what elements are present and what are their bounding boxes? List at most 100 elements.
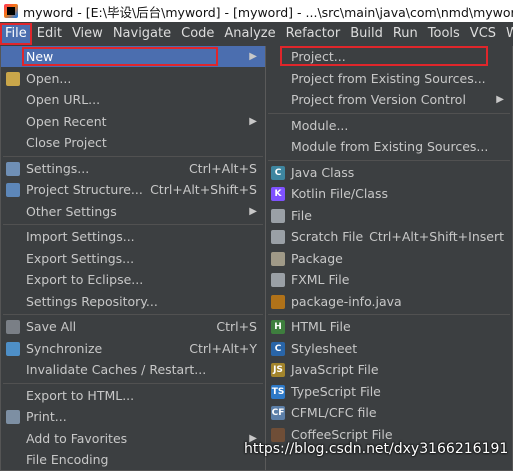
file-menu-item-synchronize[interactable]: Synchronize Ctrl+Alt+Y	[1, 338, 265, 359]
file-menu-item-settings[interactable]: Settings... Ctrl+Alt+S	[1, 158, 265, 179]
submenu-arrow-icon: ▶	[249, 51, 257, 62]
menu-build[interactable]: Build	[345, 23, 388, 45]
file-menu-item-invalidate-caches-restart[interactable]: Invalidate Caches / Restart...	[1, 359, 265, 380]
scratch-file-icon	[271, 230, 285, 244]
submenu-arrow-icon: ▶	[496, 94, 504, 105]
menu-item-label: Export to HTML...	[26, 387, 135, 403]
file-menu-item-other-settings[interactable]: Other Settings ▶	[1, 201, 265, 222]
print-icon	[6, 410, 20, 424]
file-icon	[271, 208, 285, 223]
file-menu-item-new[interactable]: New ▶	[1, 46, 265, 67]
new-submenu-item-kotlin-file-class[interactable]: K Kotlin File/Class	[266, 183, 512, 204]
menu-file[interactable]: File	[0, 23, 32, 45]
file-menu-item-export-to-html[interactable]: Export to HTML...	[1, 385, 265, 406]
file-menu-item-project-structure[interactable]: Project Structure... Ctrl+Alt+Shift+S	[1, 179, 265, 200]
fxml-icon	[271, 273, 285, 287]
menu-item-label: Kotlin File/Class	[291, 186, 388, 201]
menu-item-label: Project Structure...	[26, 182, 143, 197]
menu-item-shortcut: Ctrl+Alt+S	[188, 160, 257, 176]
new-submenu-item-file[interactable]: File	[266, 205, 512, 226]
coffeescript-icon	[271, 427, 285, 442]
menu-item-label: Export to Eclipse...	[26, 272, 144, 287]
new-submenu-item-module[interactable]: Module...	[266, 115, 512, 136]
menu-item-label: Settings Repository...	[26, 293, 158, 309]
html-icon: H	[271, 320, 285, 334]
new-submenu-item-package-info-java[interactable]: package-info.java	[266, 291, 512, 312]
menu-item-label: Project from Version Control	[291, 92, 466, 107]
new-submenu-item-package[interactable]: Package	[266, 248, 512, 269]
css-icon: C	[271, 341, 285, 356]
js-icon: JS	[271, 363, 285, 377]
new-submenu: Project... Project from Existing Sources.…	[265, 46, 513, 471]
package-icon	[271, 251, 285, 266]
file-menu-item-export-settings[interactable]: Export Settings...	[1, 248, 265, 269]
file-menu-item-open-recent[interactable]: Open Recent ▶	[1, 111, 265, 132]
window-title: myword - [E:\毕设\后台\myword] - [myword] - …	[23, 4, 513, 20]
new-submenu-item-html-file[interactable]: H HTML File	[266, 316, 512, 337]
file-menu-item-open-url[interactable]: Open URL...	[1, 89, 265, 110]
menu-separator	[268, 159, 510, 161]
new-submenu-item-project-from-version-control[interactable]: Project from Version Control ▶	[266, 89, 512, 110]
new-submenu-item-project[interactable]: Project...	[266, 46, 512, 67]
menu-item-label: Module...	[291, 117, 349, 133]
menu-code[interactable]: Code	[176, 23, 219, 45]
menu-item-label: TypeScript File	[291, 383, 381, 399]
menu-window[interactable]: Window	[501, 23, 513, 45]
cfml-icon: CF	[271, 406, 285, 420]
menu-item-label: Add to Favorites	[26, 430, 128, 446]
file-menu-item-save-all[interactable]: Save All Ctrl+S	[1, 316, 265, 337]
menu-item-label: Invalidate Caches / Restart...	[26, 362, 207, 377]
menu-item-label: Synchronize	[26, 340, 103, 356]
new-submenu-item-project-from-existing-sources[interactable]: Project from Existing Sources...	[266, 68, 512, 89]
new-submenu-item-cfml-cfc-file[interactable]: CF CFML/CFC file	[266, 402, 512, 423]
menu-item-label: JavaScript File	[291, 362, 379, 377]
menu-item-label: Import Settings...	[26, 229, 135, 244]
menu-item-label: FXML File	[291, 272, 350, 287]
file-menu-item-export-to-eclipse[interactable]: Export to Eclipse...	[1, 269, 265, 290]
new-submenu-item-java-class[interactable]: C Java Class	[266, 162, 512, 183]
menu-item-label: Settings...	[26, 160, 90, 176]
sync-icon	[6, 341, 20, 356]
new-submenu-item-fxml-file[interactable]: FXML File	[266, 269, 512, 290]
file-menu-item-close-project[interactable]: Close Project	[1, 132, 265, 153]
file-menu-item-settings-repository[interactable]: Settings Repository...	[1, 291, 265, 312]
new-submenu-item-module-from-existing-sources[interactable]: Module from Existing Sources...	[266, 136, 512, 157]
file-menu-item-open[interactable]: Open...	[1, 68, 265, 89]
file-menu-item-import-settings[interactable]: Import Settings...	[1, 226, 265, 247]
menu-separator	[3, 224, 263, 225]
menu-item-label: Other Settings	[26, 203, 117, 219]
submenu-arrow-icon: ▶	[249, 115, 257, 127]
menu-vcs[interactable]: VCS	[465, 23, 501, 45]
file-menu: New ▶ Open... Open URL... Open Recent ▶ Close …	[0, 46, 266, 471]
menu-run[interactable]: Run	[388, 23, 423, 45]
file-menu-item-file-encoding[interactable]: File Encoding	[1, 449, 265, 470]
folder-icon	[6, 71, 20, 86]
menu-refactor[interactable]: Refactor	[281, 23, 346, 45]
menu-item-label: Open URL...	[26, 92, 101, 107]
menu-separator	[268, 112, 510, 114]
menu-item-label: Java Class	[291, 164, 355, 180]
menu-item-label: package-info.java	[291, 293, 402, 309]
menu-separator	[3, 314, 263, 315]
new-submenu-item-javascript-file[interactable]: JS JavaScript File	[266, 359, 512, 380]
new-submenu-item-typescript-file[interactable]: TS TypeScript File	[266, 381, 512, 402]
menu-item-label: Open...	[26, 70, 72, 86]
menu-tools[interactable]: Tools	[423, 23, 465, 45]
new-submenu-item-scratch-file[interactable]: Scratch File Ctrl+Alt+Shift+Insert	[266, 226, 512, 247]
menu-analyze[interactable]: Analyze	[219, 23, 280, 45]
menu-item-label: HTML File	[291, 319, 351, 334]
menu-edit[interactable]: Edit	[32, 23, 67, 45]
new-submenu-item-stylesheet[interactable]: C Stylesheet	[266, 338, 512, 359]
menu-item-label: CFML/CFC file	[291, 405, 377, 420]
menu-item-shortcut: Ctrl+S	[216, 319, 257, 334]
menu-separator	[268, 314, 510, 315]
menu-item-shortcut: Ctrl+Alt+Shift+S	[150, 182, 257, 197]
menu-item-shortcut: Ctrl+Alt+Shift+Insert	[369, 229, 504, 244]
file-menu-item-print[interactable]: Print...	[1, 406, 265, 427]
menu-view[interactable]: View	[67, 23, 108, 45]
file-menu-item-add-to-favorites[interactable]: Add to Favorites ▶	[1, 428, 265, 449]
menu-navigate[interactable]: Navigate	[108, 23, 176, 45]
submenu-arrow-icon: ▶	[249, 205, 257, 217]
menu-separator	[3, 155, 263, 157]
menu-item-label: New	[26, 49, 54, 64]
